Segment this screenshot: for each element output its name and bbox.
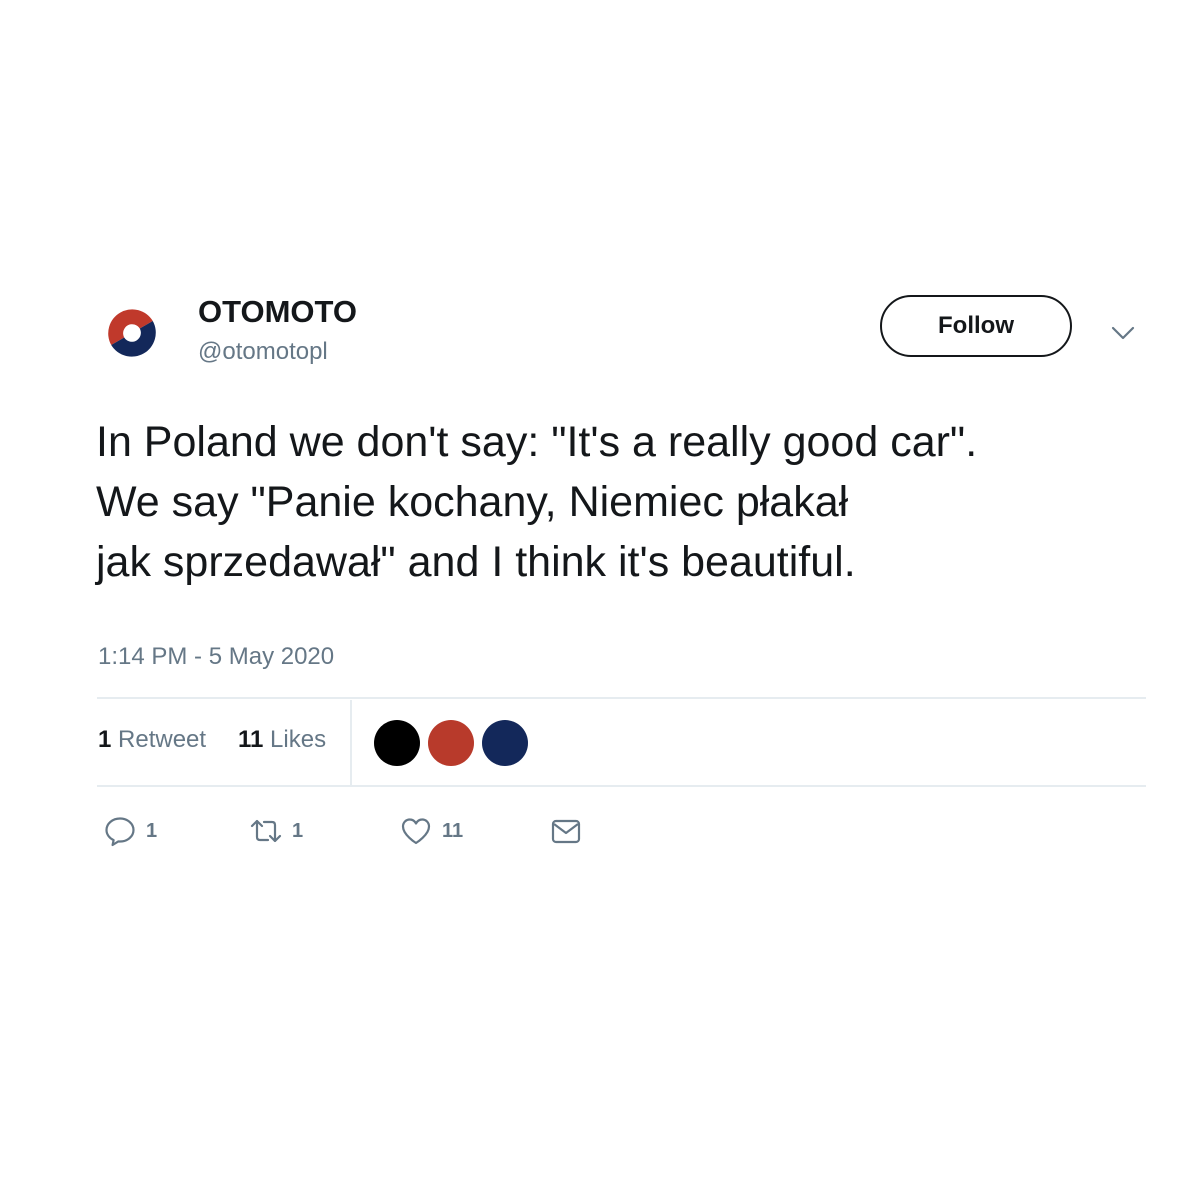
- tweet-text: In Poland we don't say: "It's a really g…: [96, 412, 1156, 592]
- stats-divider: [350, 700, 352, 786]
- tweet-text-line: jak sprzedawał" and I think it's beautif…: [96, 538, 856, 586]
- tweet-text-line: In Poland we don't say: "It's a really g…: [96, 418, 978, 466]
- retweet-stat-label: Retweet: [118, 726, 207, 753]
- reply-icon: [105, 817, 135, 847]
- like-stat-count: 11: [238, 726, 264, 753]
- retweet-stat-count: 1: [98, 726, 112, 753]
- like-stat-label: Likes: [270, 726, 327, 753]
- tweet-timestamp[interactable]: 1:14 PM - 5 May 2020: [98, 642, 334, 672]
- chevron-down-icon[interactable]: [1110, 320, 1136, 346]
- retweet-button[interactable]: 1: [250, 814, 303, 848]
- tweet-card: OTOMOTO @otomotopl Follow In Poland we d…: [0, 0, 1200, 1200]
- direct-message-button[interactable]: [550, 814, 582, 848]
- heart-icon: [401, 818, 431, 845]
- otomoto-logo-icon: [108, 309, 156, 357]
- reply-count: 1: [146, 820, 158, 842]
- like-stat[interactable]: 11 Likes: [238, 724, 326, 756]
- divider: [97, 785, 1146, 787]
- like-count: 11: [442, 820, 464, 842]
- liker-avatar[interactable]: [374, 720, 420, 766]
- retweet-icon: [250, 819, 282, 843]
- tweet-text-line: We say "Panie kochany, Niemiec płakał: [96, 478, 849, 526]
- liker-avatar[interactable]: [428, 720, 474, 766]
- liker-avatar[interactable]: [482, 720, 528, 766]
- retweet-stat[interactable]: 1 Retweet: [98, 724, 206, 756]
- like-button[interactable]: 11: [400, 814, 463, 848]
- avatar[interactable]: [100, 301, 164, 365]
- divider: [97, 697, 1146, 699]
- reply-button[interactable]: 1: [104, 814, 157, 848]
- retweet-count: 1: [292, 820, 304, 842]
- follow-button[interactable]: Follow: [880, 295, 1072, 357]
- user-handle[interactable]: @otomotopl: [198, 337, 328, 367]
- envelope-icon: [551, 819, 581, 844]
- display-name[interactable]: OTOMOTO: [198, 294, 357, 330]
